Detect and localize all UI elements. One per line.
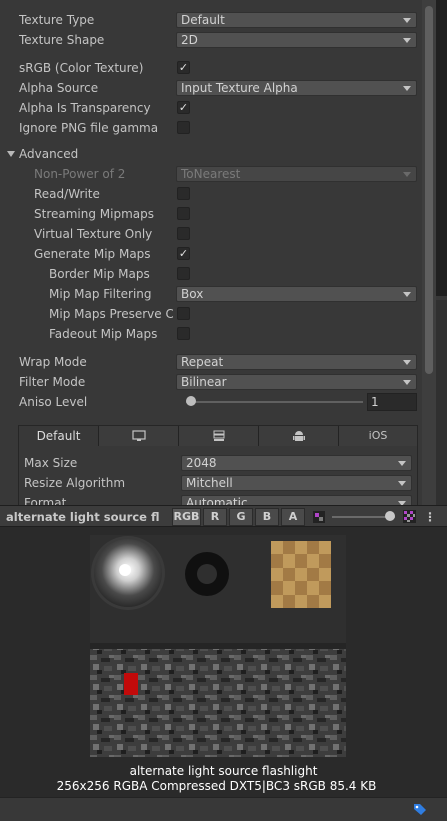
texture-shape-value: 2D bbox=[181, 33, 198, 47]
preview-texture-info: 256x256 RGBA Compressed DXT5|BC3 sRGB 85… bbox=[56, 779, 377, 793]
srgb-checkbox[interactable]: ✓ bbox=[177, 61, 190, 74]
fadeout-mip-maps-label: Fadeout Mip Maps bbox=[49, 327, 158, 341]
chevron-down-icon bbox=[403, 360, 411, 365]
mip-map-filtering-dropdown[interactable]: Box bbox=[176, 286, 417, 302]
tab-server[interactable] bbox=[179, 426, 259, 446]
fadeout-mip-maps-checkbox[interactable] bbox=[177, 327, 190, 340]
server-icon bbox=[213, 430, 224, 441]
chevron-down-icon bbox=[403, 86, 411, 91]
preview-title: alternate light source fl bbox=[6, 510, 160, 524]
aniso-slider-track[interactable] bbox=[186, 401, 363, 403]
check-icon: ✓ bbox=[178, 61, 189, 74]
mipmap-small-icon bbox=[313, 511, 325, 523]
kebab-menu-icon[interactable]: ⋮ bbox=[424, 510, 436, 524]
border-mip-maps-label: Border Mip Maps bbox=[49, 267, 150, 281]
aniso-level-label: Aniso Level bbox=[19, 395, 88, 409]
mip-map-filtering-label: Mip Map Filtering bbox=[49, 287, 152, 301]
max-size-dropdown[interactable]: 2048 bbox=[181, 455, 412, 471]
mip-maps-preserve-coverage-checkbox[interactable] bbox=[177, 307, 190, 320]
texture-type-value: Default bbox=[181, 13, 225, 27]
wrap-mode-dropdown[interactable]: Repeat bbox=[176, 354, 417, 370]
max-size-value: 2048 bbox=[186, 456, 217, 470]
chevron-down-icon bbox=[398, 481, 406, 486]
filter-mode-dropdown[interactable]: Bilinear bbox=[176, 374, 417, 390]
aniso-level-field[interactable]: 1 bbox=[367, 393, 417, 411]
streaming-mipmaps-label: Streaming Mipmaps bbox=[34, 207, 155, 221]
channel-a-button[interactable]: A bbox=[281, 508, 305, 526]
read-write-label: Read/Write bbox=[34, 187, 100, 201]
read-write-checkbox[interactable] bbox=[177, 187, 190, 200]
adjacent-window bbox=[436, 0, 447, 296]
channel-rgb-button[interactable]: RGB bbox=[172, 508, 201, 526]
channel-g-button[interactable]: G bbox=[229, 508, 253, 526]
chevron-down-icon bbox=[403, 172, 411, 177]
preview-texture-name: alternate light source flashlight bbox=[129, 764, 318, 778]
tab-default[interactable]: Default bbox=[19, 426, 99, 446]
texture-type-label: Texture Type bbox=[19, 13, 95, 27]
ignore-png-gamma-label: Ignore PNG file gamma bbox=[19, 121, 159, 135]
generate-mip-maps-checkbox[interactable]: ✓ bbox=[177, 247, 190, 260]
mip-level-slider-thumb[interactable] bbox=[385, 511, 395, 521]
npot-value: ToNearest bbox=[181, 167, 241, 181]
filter-mode-label: Filter Mode bbox=[19, 375, 86, 389]
alpha-is-transparency-label: Alpha Is Transparency bbox=[19, 101, 151, 115]
ignore-png-gamma-checkbox[interactable] bbox=[177, 121, 190, 134]
texture-shape-dropdown[interactable]: 2D bbox=[176, 32, 417, 48]
mipmap-large-icon bbox=[403, 510, 416, 523]
texture-preview-image bbox=[90, 535, 346, 757]
chevron-down-icon bbox=[403, 380, 411, 385]
border-mip-maps-checkbox[interactable] bbox=[177, 267, 190, 280]
srgb-label: sRGB (Color Texture) bbox=[19, 61, 144, 75]
label-tag-icon[interactable] bbox=[413, 802, 427, 816]
monitor-icon bbox=[131, 430, 146, 441]
scrollbar-thumb[interactable] bbox=[425, 6, 433, 374]
wrap-mode-label: Wrap Mode bbox=[19, 355, 87, 369]
alpha-source-value: Input Texture Alpha bbox=[181, 81, 298, 95]
mip-maps-preserve-coverage-label: Mip Maps Preserve Co bbox=[49, 307, 173, 321]
chevron-down-icon bbox=[403, 292, 411, 297]
npot-label: Non-Power of 2 bbox=[34, 167, 126, 181]
channel-r-button[interactable]: R bbox=[203, 508, 227, 526]
adjacent-window-lower bbox=[436, 300, 447, 510]
foldout-arrow-icon[interactable] bbox=[7, 151, 15, 157]
texture-shape-label: Texture Shape bbox=[19, 33, 105, 47]
check-icon: ✓ bbox=[178, 247, 189, 260]
tab-ios[interactable]: iOS bbox=[339, 426, 417, 446]
streaming-mipmaps-checkbox[interactable] bbox=[177, 207, 190, 220]
tab-android[interactable] bbox=[259, 426, 339, 446]
alpha-is-transparency-checkbox[interactable]: ✓ bbox=[177, 101, 190, 114]
alpha-source-label: Alpha Source bbox=[19, 81, 99, 95]
advanced-foldout-label[interactable]: Advanced bbox=[19, 147, 78, 161]
texture-type-dropdown[interactable]: Default bbox=[176, 12, 417, 28]
status-bar bbox=[0, 797, 447, 821]
chevron-down-icon bbox=[398, 461, 406, 466]
chevron-down-icon bbox=[403, 38, 411, 43]
chevron-down-icon bbox=[403, 18, 411, 23]
filter-mode-value: Bilinear bbox=[181, 375, 227, 389]
mip-map-filtering-value: Box bbox=[181, 287, 204, 301]
resize-algorithm-value: Mitchell bbox=[186, 476, 233, 490]
wrap-mode-value: Repeat bbox=[181, 355, 224, 369]
tab-standalone[interactable] bbox=[99, 426, 179, 446]
generate-mip-maps-label: Generate Mip Maps bbox=[34, 247, 151, 261]
resize-algorithm-label: Resize Algorithm bbox=[24, 476, 126, 490]
virtual-texture-only-checkbox[interactable] bbox=[177, 227, 190, 240]
npot-dropdown: ToNearest bbox=[176, 166, 417, 182]
check-icon: ✓ bbox=[178, 101, 189, 114]
channel-b-button[interactable]: B bbox=[255, 508, 279, 526]
android-icon bbox=[292, 430, 305, 441]
aniso-slider-thumb[interactable] bbox=[186, 396, 196, 406]
resize-algorithm-dropdown[interactable]: Mitchell bbox=[181, 475, 412, 491]
virtual-texture-only-label: Virtual Texture Only bbox=[34, 227, 153, 241]
max-size-label: Max Size bbox=[24, 456, 78, 470]
alpha-source-dropdown[interactable]: Input Texture Alpha bbox=[176, 80, 417, 96]
